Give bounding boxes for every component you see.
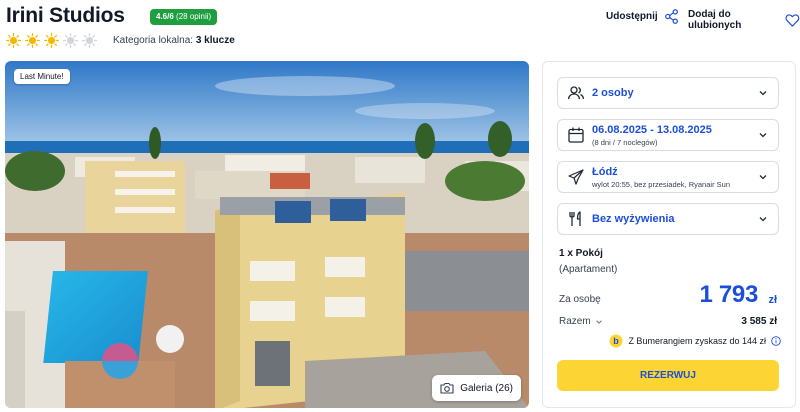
- dates-selector[interactable]: 06.08.2025 - 13.08.2025 (8 dni / 7 nocle…: [557, 119, 779, 151]
- departure-city: Łódź: [592, 166, 618, 178]
- camera-icon: [440, 382, 454, 394]
- chevron-down-icon: [759, 91, 767, 96]
- bumerang-promo: b Z Bumerangiem zyskasz do 144 zł: [609, 334, 781, 348]
- sun-star-empty-icon: [63, 33, 78, 48]
- hotel-title: Irini Studios: [6, 4, 125, 27]
- room-count: 1 x Pokój: [559, 248, 603, 259]
- board-value: Bez wyżywienia: [592, 213, 675, 225]
- sun-star-filled-icon: [25, 33, 40, 48]
- total-label: Razem: [559, 316, 591, 327]
- gallery-label: Galeria (26): [460, 382, 513, 394]
- price-per-person-label: Za osobę: [559, 294, 601, 305]
- heart-icon: [785, 13, 800, 27]
- calendar-icon: [568, 127, 584, 143]
- chevron-down-icon: [595, 319, 602, 324]
- board-selector[interactable]: Bez wyżywienia: [557, 203, 779, 235]
- favorites-label: Dodaj do ulubionych: [688, 9, 742, 31]
- price-per-person: 1 793: [699, 281, 758, 308]
- last-minute-badge: Last Minute!: [14, 69, 70, 84]
- add-to-favorites-button[interactable]: Dodaj do ulubionych: [688, 9, 800, 31]
- share-button[interactable]: Udostępnij: [606, 9, 679, 24]
- rating-count: (28 opinii): [176, 12, 212, 21]
- dates-value: 06.08.2025 - 13.08.2025: [592, 124, 712, 136]
- svg-text:b: b: [614, 336, 620, 346]
- rating-badge: 4.6/6 (28 opinii): [150, 9, 218, 25]
- chevron-down-icon: [759, 175, 767, 180]
- bumerang-logo-icon: b: [609, 334, 623, 348]
- chevron-down-icon: [759, 217, 767, 222]
- info-icon[interactable]: [771, 336, 781, 346]
- sun-star-empty-icon: [82, 33, 97, 48]
- flight-details: wylot 20:55, bez przesiadek, Ryanair Sun: [592, 180, 730, 189]
- bumerang-text: Z Bumerangiem zyskasz do 144 zł: [628, 336, 766, 346]
- chevron-down-icon: [759, 133, 767, 138]
- total-price-toggle[interactable]: Razem: [559, 316, 603, 327]
- users-icon: [567, 86, 585, 100]
- sun-star-filled-icon: [44, 33, 59, 48]
- departure-selector[interactable]: Łódź wylot 20:55, bez przesiadek, Ryanai…: [557, 161, 779, 193]
- share-label: Udostępnij: [606, 11, 658, 22]
- room-type: (Apartament): [559, 264, 618, 275]
- hotel-photo-scene: [5, 61, 529, 408]
- sun-star-filled-icon: [6, 33, 21, 48]
- guests-selector[interactable]: 2 osoby: [557, 77, 779, 109]
- price-currency: zł: [768, 294, 777, 306]
- hotel-photo[interactable]: Last Minute! Galeria (26): [5, 61, 529, 408]
- share-icon: [664, 9, 678, 24]
- airplane-icon: [568, 169, 584, 185]
- gallery-button[interactable]: Galeria (26): [432, 375, 521, 401]
- star-rating: [6, 33, 97, 48]
- reserve-button[interactable]: REZERWUJ: [557, 360, 779, 391]
- guests-value: 2 osoby: [592, 87, 634, 99]
- local-category: Kategoria lokalna: 3 klucze: [113, 35, 235, 46]
- dates-nights: (8 dni / 7 noclegów): [592, 138, 658, 147]
- category-label: Kategoria lokalna:: [113, 35, 194, 46]
- rating-score: 4.6/6: [156, 12, 174, 21]
- category-value: 3 klucze: [195, 35, 235, 46]
- total-price: 3 585 zł: [741, 316, 777, 327]
- booking-panel: 2 osoby 06.08.2025 - 13.08.2025 (8 dni /…: [542, 61, 796, 408]
- cutlery-icon: [569, 211, 581, 226]
